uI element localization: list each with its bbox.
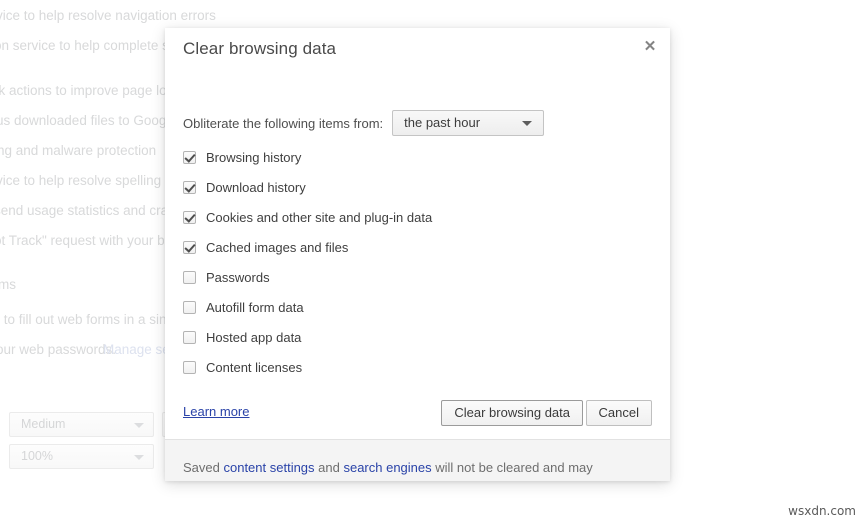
background-text-line: ms <box>0 277 16 292</box>
dialog-action-bar: Learn more Clear browsing data Cancel <box>165 395 670 439</box>
checkbox-row[interactable]: Content licenses <box>183 352 643 382</box>
background-dropdown-value: 100% <box>21 449 53 463</box>
clear-browsing-data-dialog: Clear browsing data ✕ Obliterate the fol… <box>165 28 670 481</box>
checkbox-row[interactable]: Autofill form data <box>183 292 643 322</box>
checkbox-label: Autofill form data <box>206 299 304 315</box>
checkbox-checked-icon[interactable] <box>183 240 196 254</box>
checkbox-label: Hosted app data <box>206 329 302 345</box>
time-range-value: the past hour <box>404 115 481 130</box>
data-type-checkbox-list: Browsing history Download history Cookies … <box>183 142 643 382</box>
checkbox-label: Download history <box>206 179 306 195</box>
checkbox-unchecked-icon[interactable] <box>183 300 196 314</box>
close-icon[interactable]: ✕ <box>638 35 662 59</box>
cancel-button[interactable]: Cancel <box>585 400 652 426</box>
time-range-select[interactable]: the past hour <box>392 110 545 136</box>
checkbox-label: Passwords <box>206 269 270 285</box>
checkbox-unchecked-icon[interactable] <box>183 270 196 284</box>
chevron-down-icon <box>522 121 533 126</box>
search-engines-link[interactable]: search engines <box>343 460 431 475</box>
chevron-down-icon <box>134 455 144 460</box>
dialog-footer: Saved content settings and search engine… <box>165 440 670 481</box>
checkbox-unchecked-icon[interactable] <box>183 360 196 374</box>
checkbox-checked-icon[interactable] <box>183 180 196 194</box>
checkbox-row[interactable]: Hosted app data <box>183 322 643 352</box>
checkbox-row[interactable]: Cached images and files <box>183 232 643 262</box>
background-text-line: us downloaded files to Google <box>0 113 177 128</box>
chevron-down-icon <box>134 423 144 428</box>
footer-note: Saved content settings and search engine… <box>183 456 628 481</box>
time-range-row: Obliterate the following items from: the… <box>183 110 545 136</box>
checkbox-row[interactable]: Passwords <box>183 262 643 292</box>
checkbox-label: Cookies and other site and plug-in data <box>206 209 433 225</box>
site-watermark: wsxdn.com <box>788 504 856 518</box>
checkbox-row[interactable]: Cookies and other site and plug-in data <box>183 202 643 232</box>
checkbox-row[interactable]: Browsing history <box>183 142 643 172</box>
dialog-title: Clear browsing data <box>183 39 337 58</box>
time-range-label: Obliterate the following items from: <box>183 115 384 131</box>
checkbox-label: Cached images and files <box>206 239 349 255</box>
footer-note-prefix: Saved <box>183 460 224 475</box>
background-text-line: ng and malware protection <box>0 143 157 158</box>
background-dropdown: Medium <box>9 412 154 437</box>
checkbox-row[interactable]: Download history <box>183 172 643 202</box>
learn-more-link[interactable]: Learn more <box>183 404 249 419</box>
content-settings-link[interactable]: content settings <box>223 460 314 475</box>
checkbox-unchecked-icon[interactable] <box>183 330 196 344</box>
checkbox-label: Browsing history <box>206 149 302 165</box>
checkbox-label: Content licenses <box>206 359 303 375</box>
clear-browsing-data-button[interactable]: Clear browsing data <box>441 400 583 426</box>
checkbox-checked-icon[interactable] <box>183 210 196 224</box>
background-text-line: our web passwords. <box>0 342 117 357</box>
checkbox-checked-icon[interactable] <box>183 150 196 164</box>
footer-note-middle: and <box>314 460 344 475</box>
background-text-line: vice to help resolve navigation errors <box>0 8 216 23</box>
background-dropdown: 100% <box>9 444 154 469</box>
background-dropdown-value: Medium <box>21 417 66 431</box>
dialog-body: Obliterate the following items from: the… <box>165 66 670 411</box>
